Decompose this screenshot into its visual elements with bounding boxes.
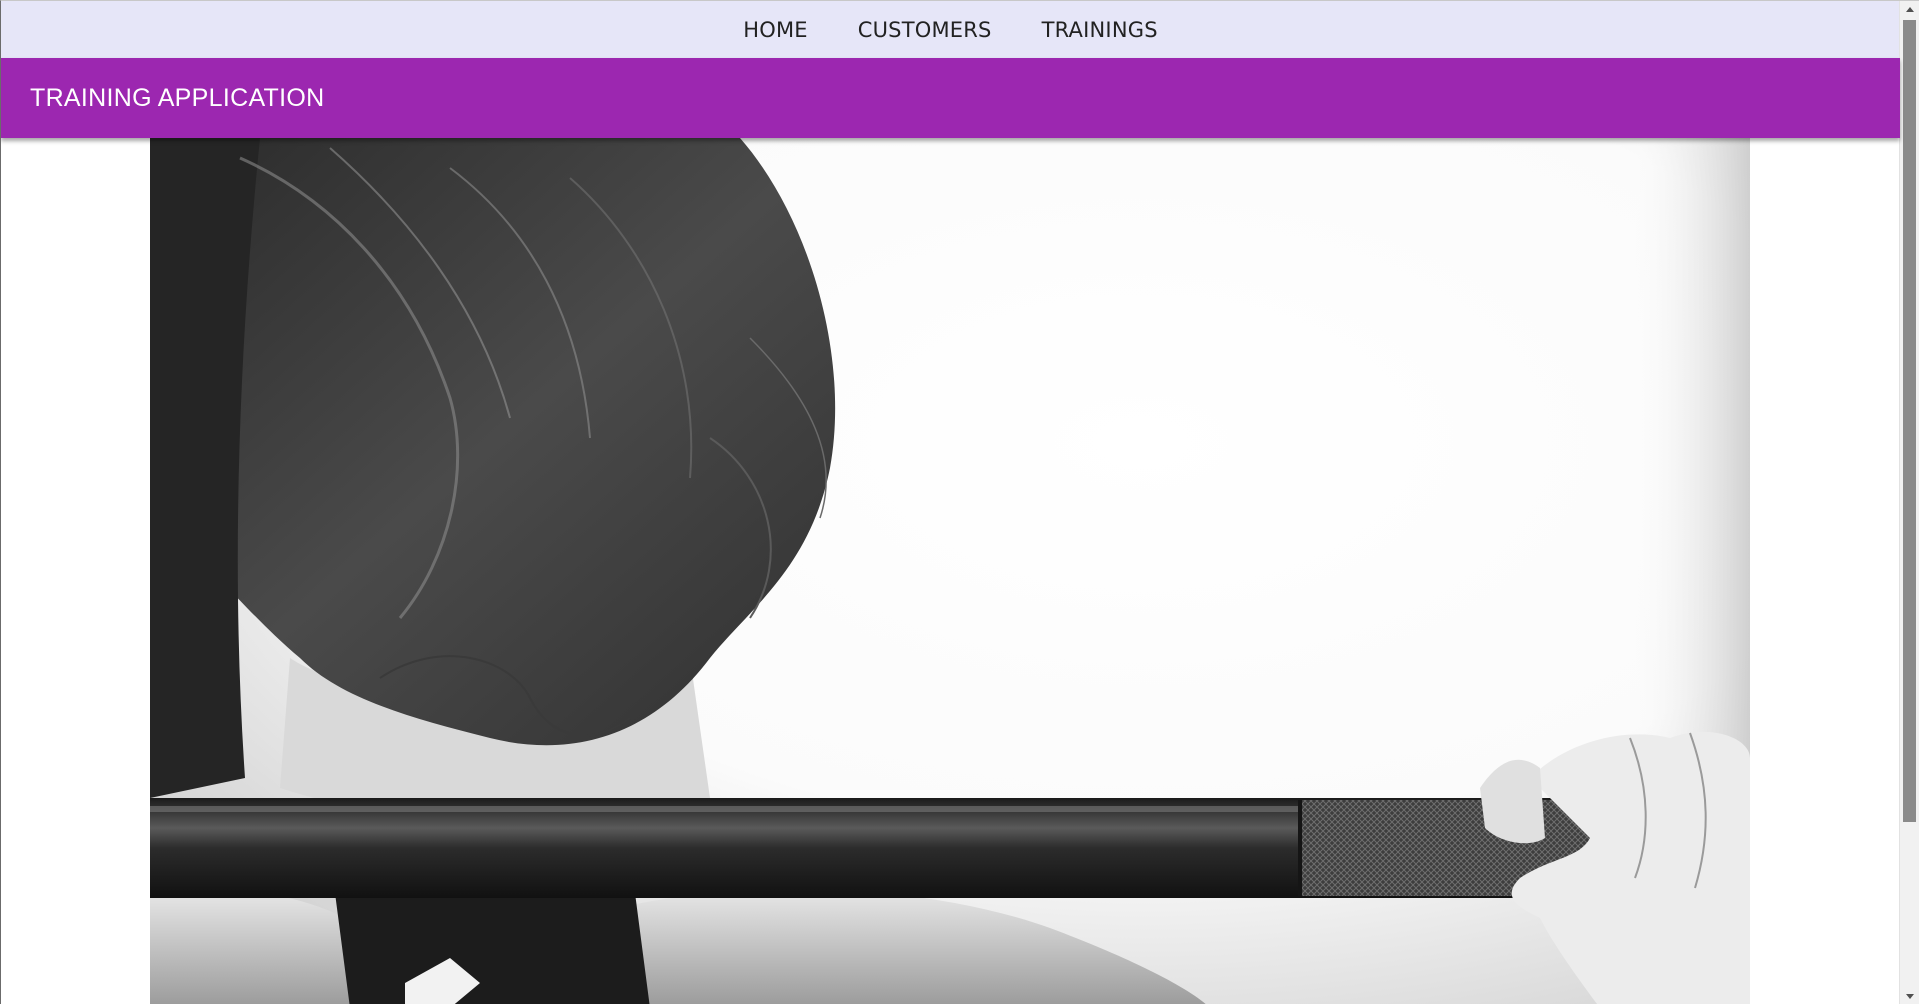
app-title: TRAINING APPLICATION [30, 83, 325, 112]
vertical-scrollbar[interactable] [1899, 1, 1919, 1004]
scroll-up-arrow-icon[interactable] [1900, 1, 1919, 18]
hero-photo-weightlifting [150, 138, 1750, 1004]
nav-link-trainings[interactable]: TRAININGS [1042, 18, 1158, 42]
app-bar: TRAINING APPLICATION [1, 58, 1900, 138]
nav-link-customers[interactable]: CUSTOMERS [858, 18, 992, 42]
scroll-down-arrow-icon[interactable] [1900, 988, 1919, 1004]
nav-link-home[interactable]: HOME [743, 18, 808, 42]
top-navigation: HOME CUSTOMERS TRAININGS [1, 1, 1900, 58]
scrollbar-thumb[interactable] [1903, 20, 1916, 822]
hero-image [150, 138, 1750, 1004]
browser-viewport: HOME CUSTOMERS TRAININGS TRAINING APPLIC… [0, 0, 1919, 1004]
